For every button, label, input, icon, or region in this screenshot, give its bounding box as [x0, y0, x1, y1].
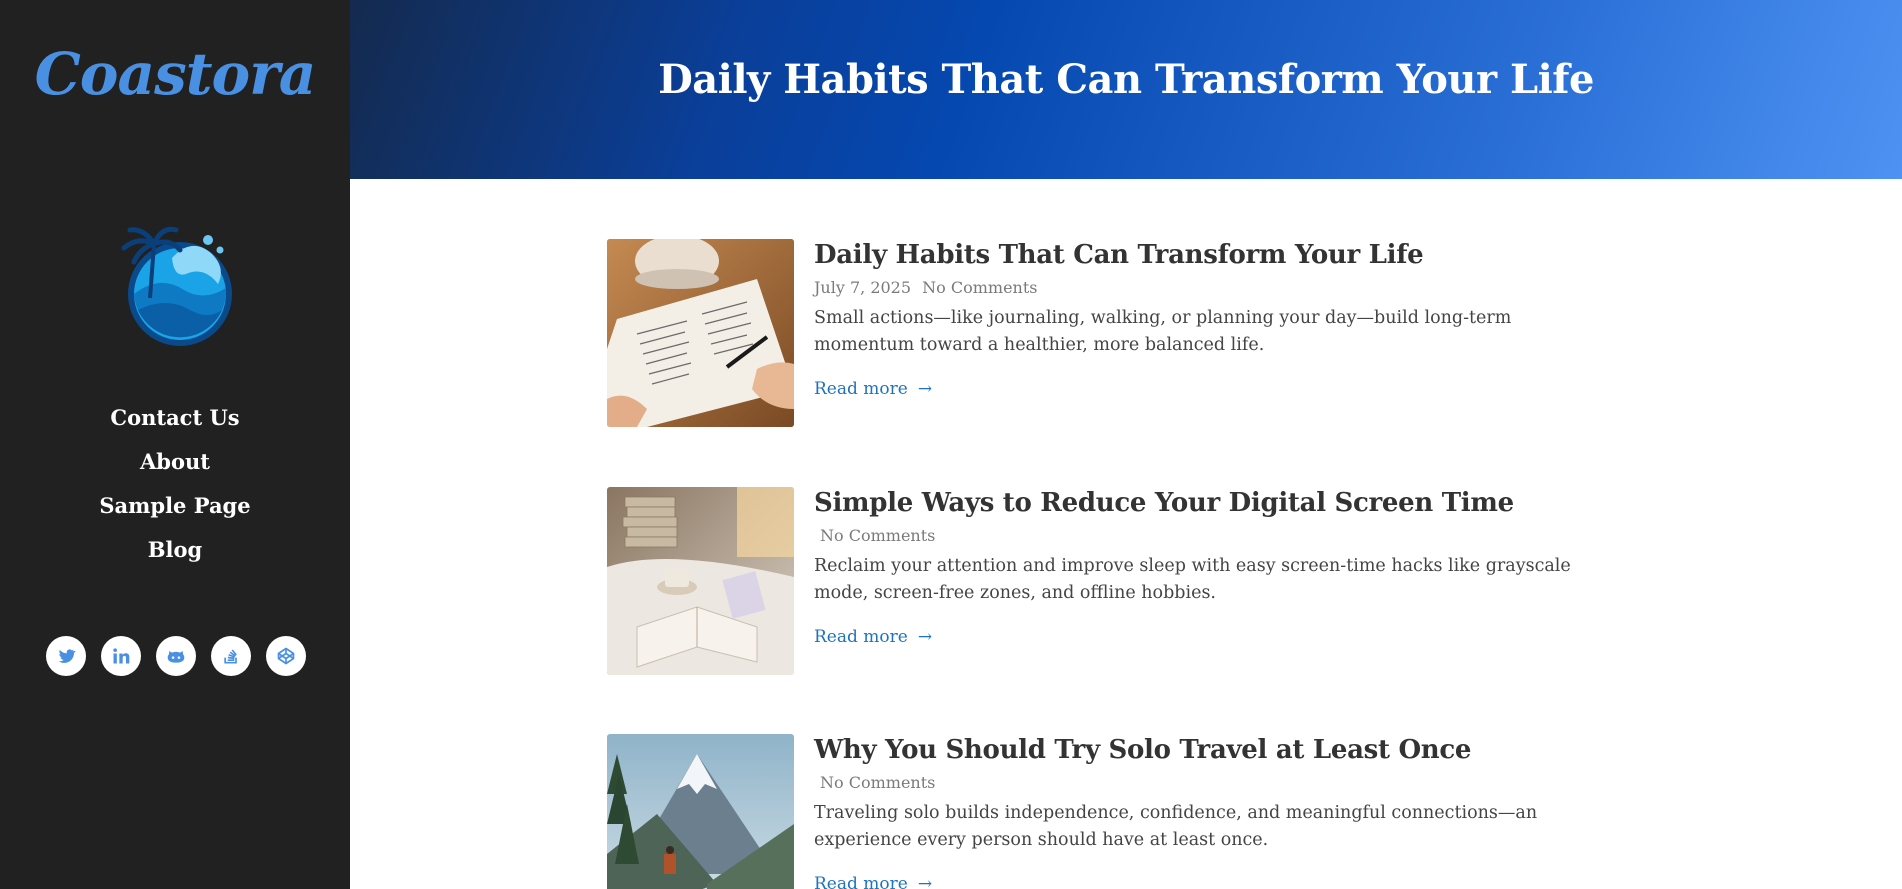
post-excerpt: Small actions—like journaling, walking, …: [814, 308, 1512, 355]
arrow-right-icon: →: [917, 379, 933, 399]
read-more-link[interactable]: Read more →: [814, 874, 932, 889]
post-thumbnail[interactable]: [607, 487, 794, 675]
post-excerpt: Traveling solo builds independence, conf…: [814, 803, 1538, 850]
post-title[interactable]: Why You Should Try Solo Travel at Least …: [814, 734, 1614, 766]
post-card: Daily Habits That Can Transform Your Lif…: [607, 239, 1607, 427]
sidebar: Coastora Contact Us About Sample Page Bl…: [0, 0, 350, 889]
post-title[interactable]: Daily Habits That Can Transform Your Lif…: [814, 239, 1614, 271]
post-thumbnail[interactable]: [607, 239, 794, 427]
post-comments[interactable]: No Comments: [922, 278, 1037, 297]
social-links: [46, 636, 306, 676]
arrow-right-icon: →: [917, 627, 933, 647]
site-logo-text[interactable]: Coastora: [0, 40, 350, 108]
post-comments[interactable]: No Comments: [820, 773, 935, 792]
post-date[interactable]: July 7, 2025: [814, 278, 911, 297]
nav-item-about[interactable]: About: [0, 440, 350, 484]
page-title: Daily Habits That Can Transform Your Lif…: [658, 56, 1594, 103]
post-thumbnail[interactable]: [607, 734, 794, 889]
post-card: Why You Should Try Solo Travel at Least …: [607, 734, 1607, 889]
nav-item-sample-page[interactable]: Sample Page: [0, 484, 350, 528]
arrow-right-icon: →: [917, 874, 933, 889]
post-meta: No Comments: [814, 772, 1614, 794]
codepen-icon[interactable]: [266, 636, 306, 676]
wave-logo-icon[interactable]: [100, 218, 250, 358]
nav-item-blog[interactable]: Blog: [0, 528, 350, 572]
read-more-link[interactable]: Read more →: [814, 627, 932, 647]
read-more-link[interactable]: Read more →: [814, 379, 932, 399]
twitter-icon[interactable]: [46, 636, 86, 676]
hero-banner: Daily Habits That Can Transform Your Lif…: [350, 0, 1902, 179]
stackoverflow-icon[interactable]: [211, 636, 251, 676]
post-meta: July 7, 2025 No Comments: [814, 277, 1614, 299]
github-icon[interactable]: [156, 636, 196, 676]
linkedin-icon[interactable]: [101, 636, 141, 676]
post-meta: No Comments: [814, 525, 1614, 547]
main-nav: Contact Us About Sample Page Blog: [0, 396, 350, 572]
post-excerpt: Reclaim your attention and improve sleep…: [814, 556, 1571, 603]
post-title[interactable]: Simple Ways to Reduce Your Digital Scree…: [814, 487, 1614, 519]
read-more-label: Read more: [814, 379, 908, 399]
post-comments[interactable]: No Comments: [820, 526, 935, 545]
read-more-label: Read more: [814, 627, 908, 647]
read-more-label: Read more: [814, 874, 908, 889]
post-card: Simple Ways to Reduce Your Digital Scree…: [607, 487, 1607, 675]
nav-item-contact-us[interactable]: Contact Us: [0, 396, 350, 440]
